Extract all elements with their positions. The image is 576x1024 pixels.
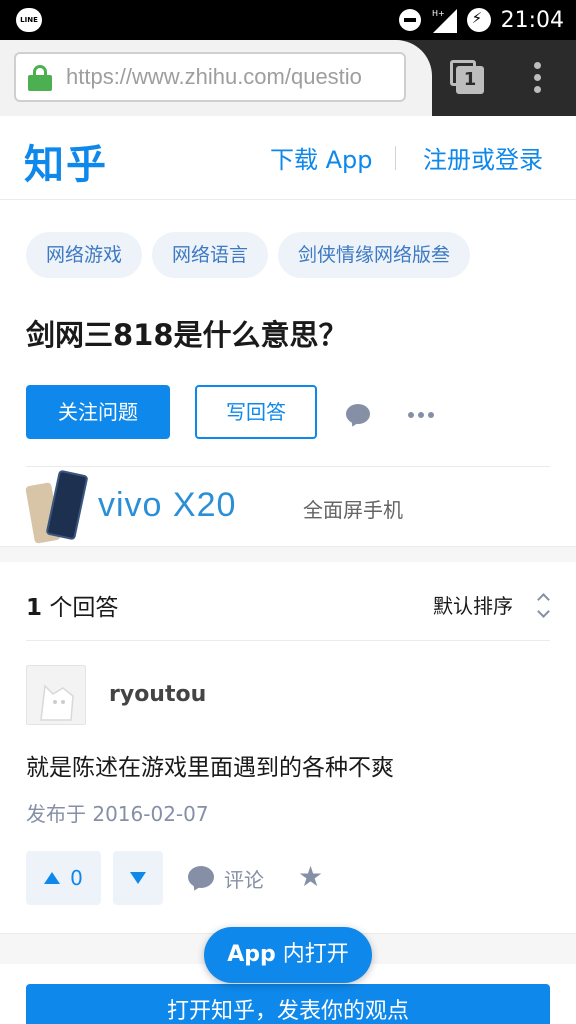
do-not-disturb-icon — [398, 9, 421, 31]
sort-chevron-icon[interactable] — [536, 592, 550, 618]
open-in-app-button[interactable]: App 内打开 — [204, 927, 372, 983]
answer-count: 1 个回答 — [26, 588, 118, 622]
menu-icon[interactable] — [532, 62, 542, 94]
comment-icon — [188, 865, 214, 893]
battery-charging-icon — [466, 8, 491, 32]
topic-list: 网络游戏 网络语言 剑侠情缘网络版叁 — [26, 232, 471, 278]
zhihu-logo[interactable]: 知乎 — [24, 132, 108, 190]
write-answer-button[interactable]: 写回答 — [195, 385, 317, 439]
section-gap — [0, 546, 576, 562]
status-icons: H+ 21:04 — [398, 0, 564, 40]
ad-phone-image[interactable] — [25, 469, 92, 546]
address-bar[interactable]: https://www.zhihu.com/questio — [14, 52, 406, 102]
arrow-up-icon — [44, 872, 61, 884]
download-app-link[interactable]: 下载 App — [270, 140, 373, 175]
page: LINE H+ 21:04 https://www.zhihu.com/ques… — [0, 0, 576, 1024]
follow-question-button[interactable]: 关注问题 — [26, 385, 170, 439]
downvote-button[interactable] — [113, 851, 163, 905]
browser-toolbar: https://www.zhihu.com/questio 1 — [0, 40, 576, 116]
tabs-icon[interactable]: 1 — [450, 60, 484, 94]
tab-count: 1 — [456, 66, 484, 94]
answers-section: 1 个回答 默认排序 ryoutou 就是陈述在游戏里面遇到的各种不爽 发布于 … — [0, 562, 576, 934]
avatar[interactable] — [26, 665, 86, 725]
question-card: 网络游戏 网络语言 剑侠情缘网络版叁 剑网三818是什么意思？ 关注问题 写回答… — [0, 200, 576, 546]
author-name[interactable]: ryoutou — [109, 682, 206, 707]
ad-tagline[interactable]: 全面屏手机 — [303, 494, 403, 523]
divider — [26, 640, 550, 641]
topic-tag[interactable]: 剑侠情缘网络版叁 — [278, 232, 471, 278]
star-icon[interactable]: ★ — [298, 862, 323, 892]
lock-icon[interactable] — [28, 65, 52, 91]
answer-date: 发布于 2016-02-07 — [26, 802, 209, 826]
sort-dropdown[interactable]: 默认排序 — [433, 590, 513, 619]
arrow-down-icon — [130, 872, 146, 884]
site-header: 知乎 下载 App 注册或登录 — [0, 116, 576, 200]
ad-brand[interactable]: vivo X20 — [98, 486, 236, 525]
register-login-link[interactable]: 注册或登录 — [423, 140, 543, 175]
network-type-label: H+ — [432, 9, 445, 18]
open-in-app-label: 内打开 — [275, 942, 349, 967]
signal-icon: H+ — [431, 7, 457, 33]
comment-button[interactable]: 评论 — [188, 864, 264, 893]
answer-content[interactable]: 就是陈述在游戏里面遇到的各种不爽 — [26, 748, 394, 782]
open-zhihu-button[interactable]: 打开知乎，发表你的观点 — [26, 984, 550, 1024]
upvote-button[interactable]: 0 — [26, 851, 101, 905]
answer-count-label: 个回答 — [42, 595, 119, 621]
vote-count: 0 — [70, 866, 83, 890]
comment-icon[interactable] — [346, 404, 372, 429]
comment-label: 评论 — [224, 868, 264, 892]
topic-tag[interactable]: 网络语言 — [152, 232, 269, 278]
clock: 21:04 — [500, 7, 564, 33]
answer-count-number: 1 — [26, 595, 43, 621]
more-icon[interactable] — [408, 412, 434, 418]
open-in-app-prefix: App — [227, 942, 276, 967]
status-bar: LINE H+ 21:04 — [0, 0, 576, 40]
topic-tag[interactable]: 网络游戏 — [26, 232, 143, 278]
question-title: 剑网三818是什么意思？ — [26, 318, 348, 352]
header-divider — [395, 146, 396, 170]
line-app-icon: LINE — [16, 8, 42, 32]
divider — [26, 466, 550, 467]
url-text[interactable]: https://www.zhihu.com/questio — [66, 64, 362, 90]
